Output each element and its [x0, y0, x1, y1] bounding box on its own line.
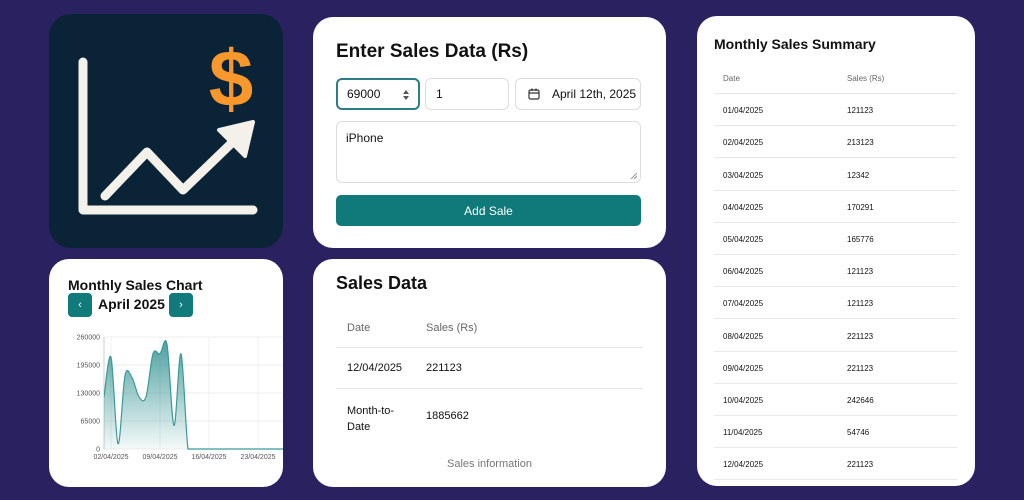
amount-value: 69000: [347, 87, 381, 101]
y-tick-label: 260000: [77, 335, 100, 342]
resize-grip-icon[interactable]: [630, 172, 637, 179]
form-title: Enter Sales Data (Rs): [336, 41, 529, 62]
y-tick-label: 195000: [77, 363, 100, 370]
sales-area-chart: 260000 195000 130000 65000 0 02/04/2025 09/04…: [77, 335, 283, 461]
x-tick-label: 23/04/2025: [240, 454, 275, 461]
row-date: 12/04/2025: [347, 362, 403, 374]
monthly-sales-chart-card: Monthly Sales Chart ‹ April 2025 › 26000…: [49, 259, 283, 487]
table-row: 11/04/2025 54746: [714, 416, 957, 449]
sales-data-card: Sales Data Date Sales (Rs) 12/04/2025 22…: [313, 259, 666, 487]
row-sales: 54746: [847, 428, 870, 438]
table-row: 12/04/2025 221123: [714, 448, 957, 481]
summary-title: Monthly Sales Summary: [714, 36, 876, 52]
y-tick-label: 65000: [81, 419, 101, 426]
row-sales: 121123: [847, 106, 874, 116]
row-date: 09/04/2025: [723, 363, 764, 373]
table-row: 05/04/2025 165776: [714, 223, 957, 255]
row-date: 06/04/2025: [723, 267, 764, 277]
table-caption: Sales information: [447, 458, 532, 470]
row-sales: 121123: [847, 267, 874, 277]
amount-input[interactable]: 69000: [336, 78, 420, 110]
table-row: 04/04/2025 170291: [714, 191, 957, 223]
row-date: 05/04/2025: [723, 235, 764, 244]
col-header-sales: Sales (Rs): [847, 74, 885, 83]
y-tick-label: 0: [96, 447, 100, 454]
table-row: 02/04/2025 213123: [714, 126, 957, 159]
x-tick-label: 16/04/2025: [191, 454, 226, 461]
row-date: 11/04/2025: [723, 428, 763, 438]
row-sales: 165776: [847, 235, 874, 244]
description-textarea[interactable]: iPhone: [336, 121, 641, 183]
row-divider: [336, 347, 643, 348]
row-date: 01/04/2025: [723, 106, 764, 116]
row-date: Month-to-Date: [347, 405, 395, 433]
row-date: 12/04/2025: [723, 460, 764, 470]
calendar-icon: [528, 88, 540, 100]
row-date: 02/04/2025: [723, 138, 764, 148]
spinner-arrows-icon[interactable]: [403, 90, 409, 100]
app-logo: $: [49, 14, 283, 248]
table-row: 10/04/2025 242646: [714, 384, 957, 416]
series-area: [104, 340, 283, 449]
y-tick-label: 130000: [77, 391, 100, 398]
x-tick-label: 02/04/2025: [93, 454, 128, 461]
description-value: iPhone: [346, 131, 384, 145]
table-row: 09/04/2025 221123: [714, 352, 957, 384]
row-sales: 221123: [847, 460, 874, 470]
table-row: 06/04/2025 121123: [714, 255, 957, 288]
col-header-date: Date: [347, 322, 371, 334]
row-date: 10/04/2025: [723, 396, 764, 405]
date-value: April 12th, 2025: [552, 87, 637, 101]
x-tick-label: 09/04/2025: [142, 454, 177, 461]
row-sales: 221123: [426, 362, 462, 374]
row-sales: 221123: [847, 331, 874, 341]
date-picker[interactable]: April 12th, 2025: [515, 78, 641, 110]
svg-text:$: $: [209, 34, 254, 123]
row-sales: 1885662: [426, 410, 469, 422]
row-date: 07/04/2025: [723, 299, 764, 309]
row-sales: 12342: [847, 170, 870, 180]
sales-growth-dollar-icon: $: [78, 34, 258, 215]
row-date: 03/04/2025: [723, 170, 764, 180]
add-sale-button[interactable]: Add Sale: [336, 195, 641, 226]
sales-entry-form: Enter Sales Data (Rs) 69000 1 April 12th…: [313, 17, 666, 248]
sales-data-title: Sales Data: [336, 273, 428, 293]
row-sales: 121123: [847, 299, 874, 309]
summary-header-row: Date Sales (Rs): [714, 62, 957, 94]
col-header-date: Date: [723, 74, 740, 83]
quantity-input[interactable]: 1: [425, 78, 509, 110]
row-sales: 213123: [847, 138, 874, 148]
row-date: 04/04/2025: [723, 202, 764, 212]
table-row: 01/04/2025 121123: [714, 94, 957, 127]
table-row: 08/04/2025 221123: [714, 320, 957, 352]
row-divider: [336, 388, 643, 389]
table-row: 03/04/2025 12342: [714, 159, 957, 191]
col-header-sales: Sales (Rs): [426, 322, 478, 334]
monthly-summary-card: Monthly Sales Summary Date Sales (Rs) 01/0…: [697, 16, 975, 486]
row-sales: 221123: [847, 363, 874, 373]
table-row: 07/04/2025 121123: [714, 287, 957, 320]
row-date: 08/04/2025: [723, 331, 764, 341]
row-sales: 170291: [847, 202, 874, 212]
quantity-value: 1: [436, 87, 443, 101]
row-sales: 242646: [847, 396, 874, 405]
